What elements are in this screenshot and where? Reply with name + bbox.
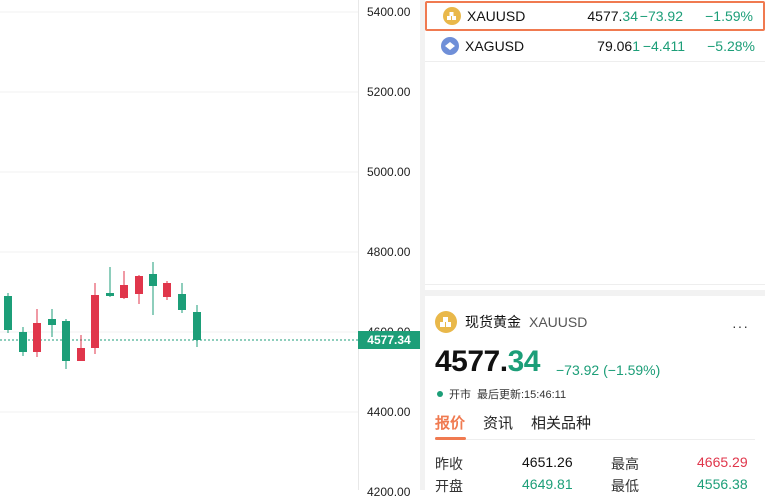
- candle-body: [135, 276, 143, 294]
- candle-body: [77, 348, 85, 361]
- last-frac: 1: [632, 38, 640, 54]
- right-panel: XAUUSD 4577.34 −73.92 −1.59% XAGUSD 79.0…: [425, 0, 765, 494]
- gold-bars-icon: [443, 7, 461, 25]
- price-axis: 5400.00 5200.00 5000.00 4800.00 4600.00 …: [358, 0, 421, 499]
- candle-body: [193, 312, 201, 340]
- tab-divider: [435, 439, 755, 440]
- silver-icon: [441, 37, 459, 55]
- y-tick: 5200.00: [367, 85, 411, 99]
- detail-tabs: 报价 资讯 相关品种: [435, 412, 609, 433]
- candle-body: [106, 293, 114, 296]
- detail-panel: 现货黄金 XAUUSD ··· 4577.34 −73.92 (−1.59%) …: [425, 290, 765, 496]
- active-tab-indicator: [435, 437, 466, 440]
- watchlist: XAUUSD 4577.34 −73.92 −1.59% XAGUSD 79.0…: [425, 0, 765, 285]
- watchlist-percent: −5.28%: [707, 38, 755, 54]
- chart-canvas: [0, 11, 358, 413]
- watchlist-change: −4.411: [642, 38, 685, 54]
- instrument-name: 现货黄金: [465, 314, 521, 330]
- candle-body: [62, 321, 70, 361]
- tab-news[interactable]: 资讯: [483, 412, 513, 433]
- watchlist-change: −73.92: [639, 8, 683, 24]
- watchlist-symbol: XAGUSD: [465, 38, 525, 54]
- instrument-symbol: XAUUSD: [529, 314, 588, 330]
- detail-header: 现货黄金 XAUUSD: [435, 311, 587, 333]
- candlestick-chart[interactable]: [0, 0, 358, 490]
- y-tick: 4800.00: [367, 245, 411, 259]
- open-label: 开盘: [435, 478, 463, 494]
- market-status: 开市 最后更新:15:46:11: [437, 386, 566, 402]
- candle-body: [91, 295, 99, 348]
- candle-body: [33, 323, 41, 352]
- high-label: 最高: [611, 456, 639, 472]
- watchlist-symbol: XAUUSD: [467, 8, 526, 24]
- price-main: 4577.: [435, 345, 508, 378]
- divider: [425, 61, 765, 62]
- candle-body: [149, 274, 157, 286]
- candles: [4, 262, 201, 369]
- last-price: 4577.34: [435, 345, 540, 379]
- watchlist-percent: −1.59%: [705, 8, 753, 24]
- low-label: 最低: [611, 478, 639, 494]
- candle-body: [163, 283, 171, 297]
- gridlines: [0, 11, 358, 413]
- watchlist-row-xagusd[interactable]: XAGUSD 79.061 −4.411 −5.28%: [425, 31, 765, 61]
- candle-body: [48, 319, 56, 325]
- watchlist-last: 79.061: [597, 38, 640, 54]
- y-tick: 4400.00: [367, 405, 411, 419]
- price-frac: 34: [507, 345, 541, 378]
- candle-body: [178, 294, 186, 310]
- last-main: 4577.: [587, 8, 623, 24]
- watchlist-last: 4577.34: [587, 8, 638, 24]
- y-tick: 4200.00: [367, 485, 411, 499]
- candle-body: [19, 332, 27, 352]
- status-dot-icon: [437, 391, 443, 397]
- current-price-tag: 4577.34: [358, 331, 420, 349]
- high-value: 4665.29: [697, 454, 748, 470]
- y-tick: 5400.00: [367, 5, 411, 19]
- prev-close-value: 4651.26: [522, 454, 573, 470]
- watchlist-row-xauusd[interactable]: XAUUSD 4577.34 −73.92 −1.59%: [425, 1, 765, 31]
- gold-bars-icon: [435, 311, 457, 333]
- tab-quote[interactable]: 报价: [435, 412, 465, 433]
- more-icon[interactable]: ···: [732, 318, 749, 334]
- y-tick: 5000.00: [367, 165, 411, 179]
- candle-body: [120, 285, 128, 298]
- price-change: −73.92 (−1.59%): [556, 362, 661, 378]
- status-text: 开市: [449, 389, 471, 401]
- candle-body: [4, 296, 12, 330]
- last-frac: 34: [622, 8, 638, 24]
- last-main: 79.06: [597, 38, 633, 54]
- prev-close-label: 昨收: [435, 456, 463, 472]
- tab-related[interactable]: 相关品种: [531, 412, 591, 433]
- last-updated: 最后更新:15:46:11: [477, 389, 567, 401]
